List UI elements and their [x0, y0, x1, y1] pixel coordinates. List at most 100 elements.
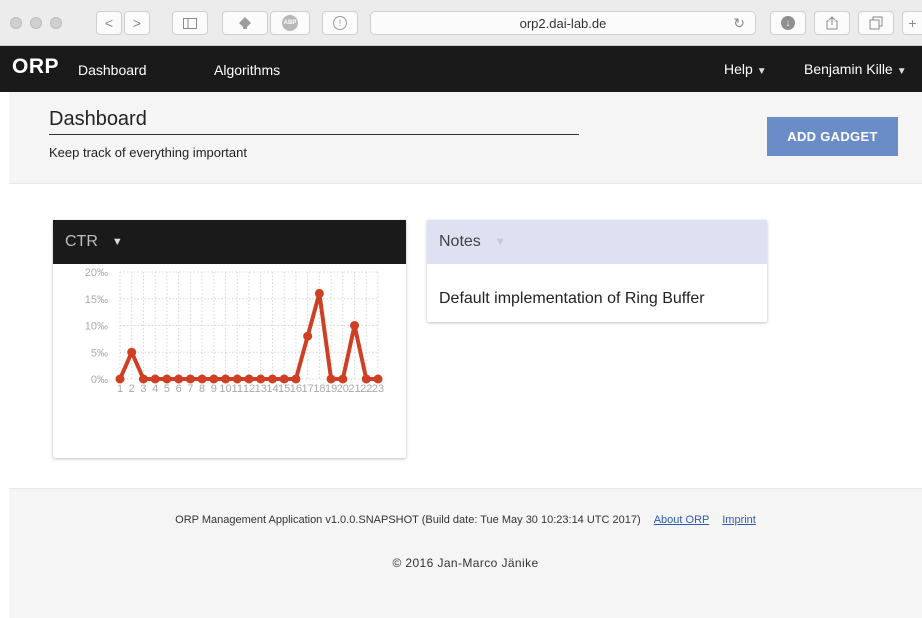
ctr-data-point [338, 374, 348, 384]
x-tick-label: 18 [313, 383, 325, 395]
extension-button[interactable] [222, 11, 268, 35]
x-tick-label: 21 [348, 383, 360, 395]
ctr-chart: 0‰5‰10‰15‰20‰1 2 3 4 5 6 7 8 9 10 11 12 13 14 15 16 17 18… [85, 267, 384, 395]
x-tick-label: 16 [290, 383, 302, 395]
y-tick-label: 20‰ [85, 267, 108, 279]
x-tick-label: 12 [243, 383, 255, 395]
help-menu[interactable]: Help ▼ [724, 61, 767, 77]
brand-logo[interactable]: ORP [12, 55, 59, 79]
tabs-overview-button[interactable] [858, 11, 894, 35]
x-tick-label: 8 [199, 383, 205, 395]
x-tick-label: 23 [372, 383, 384, 395]
x-tick-label: 22 [360, 383, 372, 395]
x-tick-label: 2 [129, 383, 135, 395]
x-tick-label: 17 [302, 383, 314, 395]
nav-algorithms[interactable]: Algorithms [214, 62, 280, 78]
chevron-down-icon[interactable]: ▼ [112, 236, 123, 248]
ctr-data-point [150, 374, 160, 384]
dashboard-area: CTR ▼ 0‰ 5‰ 10‰ 15‰ 20‰ 1 2 3 4 5 6 7 8 9 10 11 12 13 14 15… [9, 184, 922, 488]
notes-gadget-header[interactable]: Notes ▼ [427, 220, 767, 264]
chevron-down-icon: ▼ [896, 66, 907, 77]
reload-icon[interactable]: ↻ [733, 15, 745, 32]
back-icon: < [104, 15, 114, 31]
x-tick-label: 6 [176, 383, 182, 395]
app-version-text: ORP Management Application v1.0.0.SNAPSH… [175, 514, 641, 526]
ctr-data-point [361, 374, 371, 384]
close-window-button[interactable] [10, 17, 22, 29]
ctr-gadget: CTR ▼ 0‰ 5‰ 10‰ 15‰ 20‰ 1 2 3 4 5 6 7 8 9 10 11 12 13 14 15… [53, 220, 406, 458]
ctr-data-point [326, 374, 336, 384]
adblock-icon: ABP [282, 15, 298, 31]
ctr-gadget-title: CTR [65, 233, 98, 250]
forward-icon: > [132, 15, 142, 31]
y-tick-label: 0‰ [91, 374, 108, 386]
x-tick-label: 4 [152, 383, 158, 395]
browser-toolbar: < > ABP ! orp2.dai-lab.de ↻ ↓ + [0, 0, 922, 46]
page-subtitle: Keep track of everything important [49, 145, 247, 160]
x-tick-label: 11 [232, 383, 243, 395]
ctr-data-point [291, 374, 301, 384]
new-tab-button[interactable]: + [902, 11, 922, 35]
x-tick-label: 14 [266, 383, 278, 395]
ctr-data-point [256, 374, 266, 384]
url-text: orp2.dai-lab.de [519, 15, 607, 31]
y-tick-label: 10‰ [85, 321, 108, 333]
y-tick-label: 15‰ [85, 294, 108, 306]
app-navbar: ORP Dashboard Algorithms Help ▼ Benjamin … [0, 46, 922, 92]
ctr-data-point [185, 374, 195, 384]
browser-window: < > ABP ! orp2.dai-lab.de ↻ ↓ + ORP Dash… [0, 0, 922, 618]
ctr-data-point [221, 374, 231, 384]
page-header: Dashboard Keep track of everything impor… [9, 92, 922, 184]
user-menu[interactable]: Benjamin Kille ▼ [804, 61, 907, 77]
plus-icon: + [908, 15, 917, 31]
ctr-data-point [127, 347, 137, 357]
ctr-data-point [232, 374, 242, 384]
sidebar-icon [183, 17, 197, 29]
imprint-link[interactable]: Imprint [722, 514, 756, 526]
page-title: Dashboard [49, 108, 579, 135]
share-button[interactable] [814, 11, 850, 35]
ctr-data-point [350, 321, 360, 330]
ctr-data-point [279, 374, 289, 384]
zoom-window-button[interactable] [50, 17, 62, 29]
add-gadget-button[interactable]: ADD GADGET [767, 117, 898, 156]
info-extension-button[interactable]: ! [322, 11, 358, 35]
page-footer: ORP Management Application v1.0.0.SNAPSH… [9, 488, 922, 618]
ctr-data-point [303, 331, 313, 341]
x-tick-label: 3 [140, 383, 146, 395]
ctr-data-point [267, 374, 277, 384]
downloads-button[interactable]: ↓ [770, 11, 806, 35]
x-tick-label: 19 [325, 383, 337, 395]
help-menu-label: Help [724, 61, 753, 77]
ctr-data-point [162, 374, 172, 384]
ctr-data-point [373, 374, 383, 384]
address-bar[interactable]: orp2.dai-lab.de ↻ [370, 11, 756, 35]
ctr-data-point [115, 374, 125, 384]
about-orp-link[interactable]: About ORP [654, 514, 709, 526]
ctr-data-point [197, 374, 207, 384]
forward-button[interactable]: > [124, 11, 150, 35]
footer-info: ORP Management Application v1.0.0.SNAPSH… [9, 514, 922, 526]
info-icon: ! [333, 16, 347, 30]
user-menu-label: Benjamin Kille [804, 61, 893, 77]
extension-diamond-icon [239, 17, 251, 29]
x-tick-label: 9 [211, 383, 217, 395]
x-tick-label: 13 [255, 383, 267, 395]
x-tick-label: 15 [278, 383, 290, 395]
notes-gadget: Notes ▼ Default implementation of Ring B… [427, 220, 767, 322]
ctr-data-point [209, 374, 219, 384]
ctr-data-point [314, 288, 324, 298]
back-button[interactable]: < [96, 11, 122, 35]
nav-dashboard[interactable]: Dashboard [78, 62, 147, 78]
x-tick-label: 10 [219, 383, 231, 395]
share-icon [826, 16, 838, 30]
x-tick-label: 1 [117, 383, 123, 395]
y-tick-label: 5‰ [91, 347, 108, 359]
adblock-button[interactable]: ABP [270, 11, 310, 35]
tabs-icon [869, 16, 883, 30]
minimize-window-button[interactable] [30, 17, 42, 29]
sidebar-toggle-button[interactable] [172, 11, 208, 35]
x-tick-label: 20 [337, 383, 349, 395]
ctr-gadget-header[interactable]: CTR ▼ [53, 220, 406, 264]
chevron-down-icon[interactable]: ▼ [495, 236, 506, 248]
